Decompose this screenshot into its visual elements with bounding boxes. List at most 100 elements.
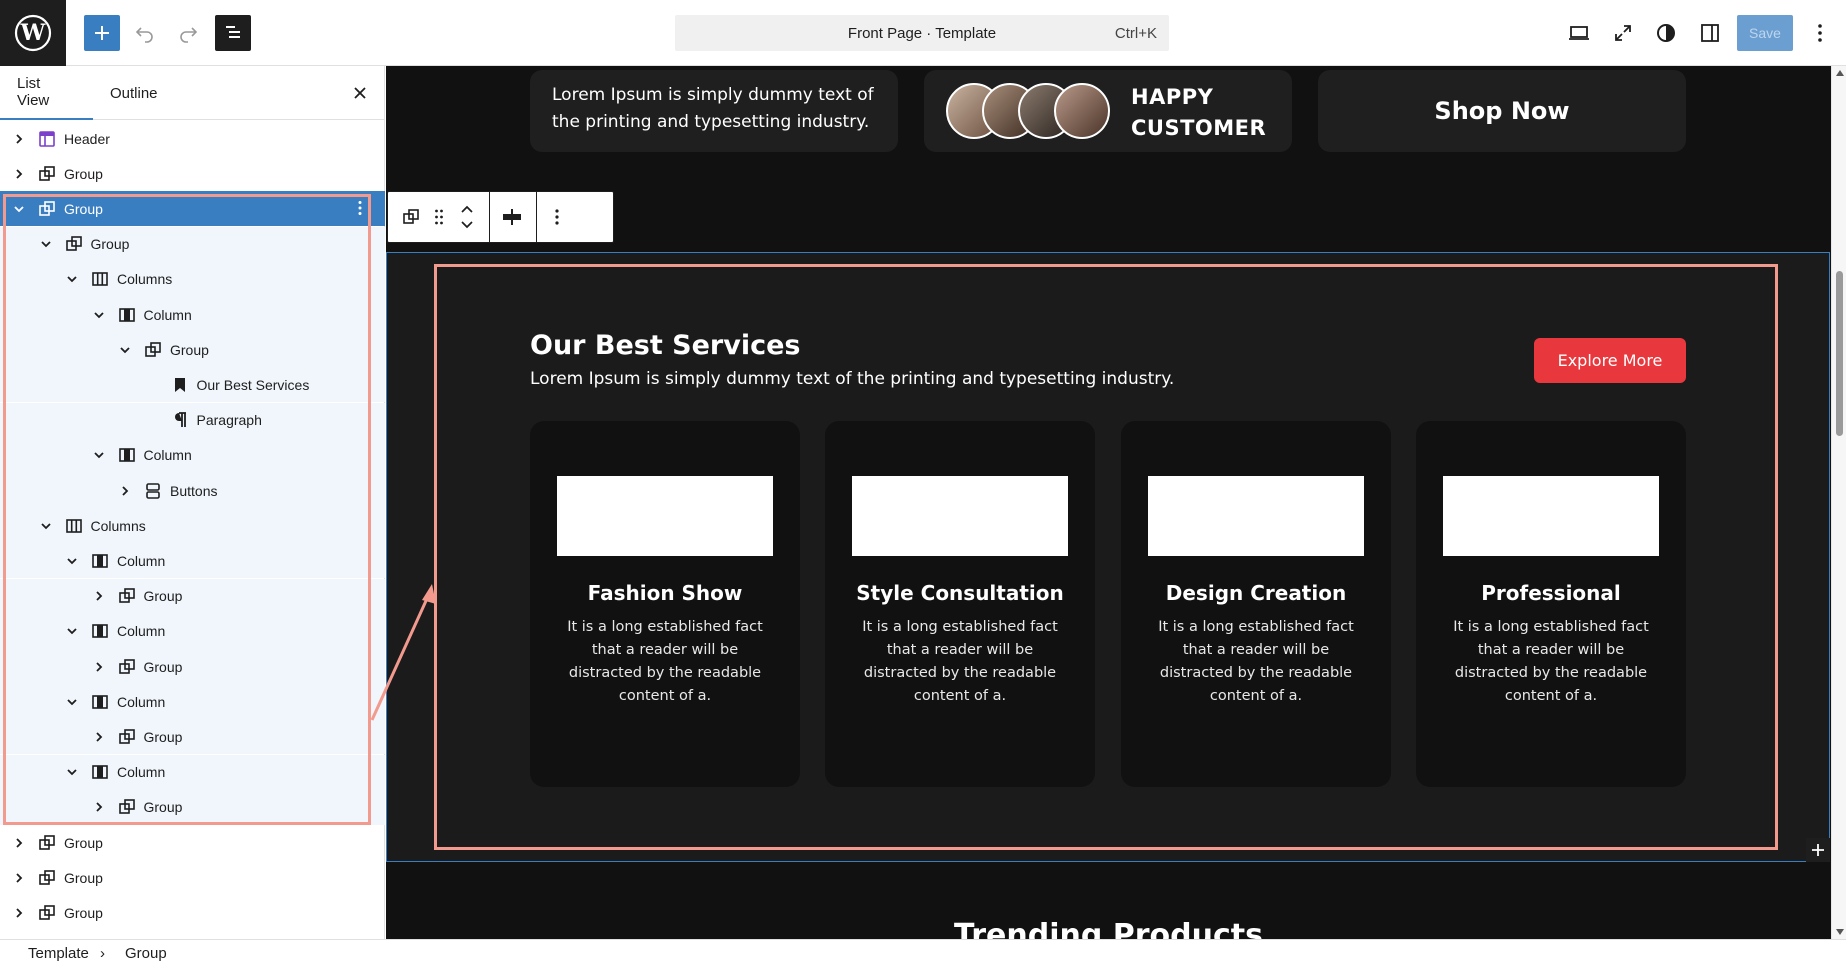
chevron-down-icon[interactable] — [65, 272, 79, 286]
chevron-right-icon[interactable] — [12, 836, 26, 850]
list-view-row[interactable]: Group — [0, 895, 385, 930]
card-image-placeholder[interactable] — [1148, 476, 1364, 556]
card-image-placeholder[interactable] — [557, 476, 773, 556]
chevron-down-icon[interactable] — [65, 554, 79, 568]
expand-icon[interactable] — [1605, 15, 1641, 51]
column-icon — [91, 552, 109, 570]
card-image-placeholder[interactable] — [852, 476, 1068, 556]
row-options-icon[interactable] — [351, 199, 369, 217]
add-block-button[interactable] — [84, 15, 120, 51]
list-view-row[interactable]: Group — [0, 156, 385, 191]
chevron-right-icon[interactable] — [92, 800, 106, 814]
shop-now-label[interactable]: Shop Now — [1434, 97, 1569, 125]
list-view-row[interactable]: Group — [0, 578, 385, 614]
list-view-row-label: Group — [143, 588, 183, 605]
service-card[interactable]: Fashion Show It is a long established fac… — [530, 421, 800, 787]
list-view-row-label: Header — [64, 130, 110, 147]
tab-list-view[interactable]: List View — [0, 66, 93, 120]
service-card[interactable]: Professional It is a long established fac… — [1416, 421, 1686, 787]
list-view-row[interactable]: Column — [0, 543, 385, 579]
service-card[interactable]: Style Consultation It is a long establish… — [825, 421, 1095, 787]
list-view-row[interactable]: Paragraph — [0, 402, 385, 438]
chevron-right-icon[interactable] — [92, 660, 106, 674]
wordpress-logo-icon[interactable]: W — [0, 0, 66, 66]
card-text[interactable]: It is a long established fact that a rea… — [562, 616, 768, 708]
list-view-row[interactable]: Columns — [0, 508, 385, 544]
chevron-right-icon[interactable] — [92, 589, 106, 603]
chevron-down-icon[interactable] — [92, 308, 106, 322]
card-title[interactable]: Fashion Show — [530, 581, 800, 605]
card-text[interactable]: It is a long established fact that a rea… — [857, 616, 1063, 708]
settings-sidebar-icon[interactable] — [1692, 15, 1728, 51]
group-icon[interactable] — [398, 204, 424, 230]
chevron-down-icon[interactable] — [39, 237, 53, 251]
editor-canvas[interactable]: Lorem Ipsum is simply dummy text of the … — [386, 66, 1831, 939]
redo-icon[interactable] — [170, 15, 206, 51]
device-preview-icon[interactable] — [1561, 15, 1597, 51]
service-card[interactable]: Design Creation It is a long established … — [1121, 421, 1391, 787]
card-text[interactable]: It is a long established fact that a rea… — [1448, 616, 1654, 708]
card-title[interactable]: Design Creation — [1121, 581, 1391, 605]
list-view-row[interactable]: Group — [0, 649, 385, 684]
canvas-scrollbar[interactable] — [1831, 66, 1846, 939]
column-icon — [118, 446, 136, 464]
chevron-down-icon[interactable] — [65, 624, 79, 638]
card-title[interactable]: Professional — [1416, 581, 1686, 605]
list-view-row[interactable]: Group — [0, 226, 385, 262]
chevron-down-icon[interactable] — [39, 519, 53, 533]
chevron-right-icon[interactable] — [12, 871, 26, 885]
close-icon[interactable] — [347, 80, 373, 106]
chevron-down-icon[interactable] — [92, 448, 106, 462]
add-block-after-icon[interactable] — [1806, 838, 1830, 862]
list-view-row[interactable]: Column — [0, 297, 385, 332]
scroll-up-arrow[interactable] — [1836, 70, 1844, 76]
move-up-down-icon[interactable] — [454, 204, 480, 230]
list-view-row[interactable]: Our Best Services — [0, 367, 385, 403]
chevron-down-icon[interactable] — [65, 695, 79, 709]
list-view-row[interactable]: Group — [0, 789, 385, 825]
list-view-row[interactable]: Header — [0, 121, 385, 156]
explore-more-button[interactable]: Explore More — [1534, 338, 1686, 383]
undo-icon[interactable] — [127, 15, 163, 51]
block-options-icon[interactable] — [544, 204, 570, 230]
drag-handle-icon[interactable] — [426, 204, 452, 230]
list-view-row[interactable]: Column — [0, 437, 385, 473]
card-text[interactable]: It is a long established fact that a rea… — [1153, 616, 1359, 708]
list-view-row[interactable]: Group — [0, 860, 385, 895]
card-title[interactable]: Style Consultation — [825, 581, 1095, 605]
list-view-row[interactable]: Column — [0, 754, 385, 790]
chevron-right-icon[interactable] — [12, 167, 26, 181]
list-view-row[interactable]: Columns — [0, 261, 385, 297]
shop-now-card[interactable]: Shop Now — [1318, 70, 1686, 152]
justify-align-icon[interactable] — [499, 204, 525, 230]
list-view-row[interactable]: Buttons — [0, 473, 385, 508]
tab-outline[interactable]: Outline — [93, 66, 175, 120]
scrollbar-thumb[interactable] — [1836, 271, 1843, 436]
chevron-right-icon[interactable] — [12, 906, 26, 920]
options-more-icon[interactable] — [1802, 15, 1838, 51]
list-view-row[interactable]: Group — [0, 719, 385, 755]
chevron-down-icon[interactable] — [12, 202, 26, 216]
card-image-placeholder[interactable] — [1443, 476, 1659, 556]
list-view-row-label: Buttons — [170, 482, 218, 499]
breadcrumb-template[interactable]: Template — [28, 945, 89, 962]
save-button[interactable]: Save — [1737, 15, 1793, 51]
list-view-row[interactable]: Group — [0, 825, 385, 860]
list-view-row[interactable]: Column — [0, 684, 385, 720]
command-palette-bar[interactable]: Front Page · Template Ctrl+K — [675, 15, 1169, 51]
document-overview-icon[interactable] — [215, 15, 251, 51]
column-icon — [91, 693, 109, 711]
chevron-right-icon[interactable] — [118, 484, 132, 498]
styles-contrast-icon[interactable] — [1648, 15, 1684, 51]
chevron-right-icon[interactable] — [92, 730, 106, 744]
chevron-down-icon[interactable] — [118, 343, 132, 357]
chevron-down-icon[interactable] — [65, 765, 79, 779]
list-view-row[interactable]: Group — [0, 191, 385, 227]
services-paragraph[interactable]: Lorem Ipsum is simply dummy text of the … — [530, 369, 1174, 389]
list-view-row[interactable]: Group — [0, 332, 385, 368]
chevron-right-icon[interactable] — [12, 132, 26, 146]
list-view-row[interactable]: Column — [0, 613, 385, 649]
breadcrumb-group[interactable]: Group — [125, 945, 167, 962]
services-heading[interactable]: Our Best Services — [530, 330, 800, 361]
scroll-down-arrow[interactable] — [1836, 929, 1844, 935]
